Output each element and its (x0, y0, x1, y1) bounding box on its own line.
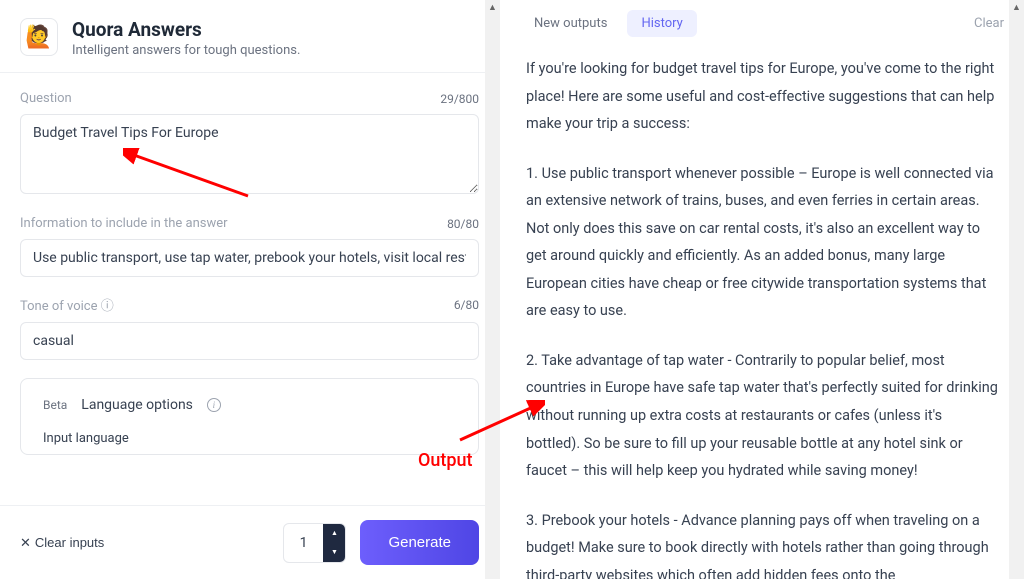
app-title: Quora Answers (72, 18, 300, 41)
output-paragraph: If you're looking for budget travel tips… (526, 55, 998, 138)
tab-history[interactable]: History (627, 10, 696, 37)
quantity-stepper[interactable]: 1 ▲ ▼ (283, 523, 347, 563)
close-icon: ✕ (20, 535, 31, 551)
scroll-up-icon: ▲ (485, 0, 500, 15)
tone-counter: 6/80 (454, 298, 479, 312)
output-paragraph: 3. Prebook your hotels - Advance plannin… (526, 507, 998, 579)
tone-input[interactable] (20, 322, 479, 360)
footer-bar: ✕ Clear inputs 1 ▲ ▼ Generate (0, 505, 499, 579)
tone-label: Tone of voice ⓘ (20, 295, 114, 314)
info-label: Information to include in the answer (20, 216, 228, 231)
output-paragraph: 2. Take advantage of tap water - Contrar… (526, 347, 998, 485)
output-content: If you're looking for budget travel tips… (500, 47, 1024, 579)
question-counter: 29/800 (440, 92, 479, 106)
quantity-down-button[interactable]: ▼ (323, 543, 345, 562)
input-language-label: Input language (43, 431, 456, 446)
clear-inputs-label: Clear inputs (35, 535, 104, 550)
app-icon: 🙋 (20, 18, 58, 56)
quantity-up-button[interactable]: ▲ (323, 524, 345, 543)
language-options-title: Language options (81, 397, 193, 413)
right-scrollbar[interactable]: ▲ (1009, 0, 1024, 579)
quantity-value: 1 (284, 525, 324, 561)
info-icon[interactable]: i (207, 398, 221, 412)
info-input[interactable] (20, 239, 479, 277)
app-subtitle: Intelligent answers for tough questions. (72, 43, 300, 58)
left-scrollbar[interactable]: ▲ (485, 0, 500, 579)
scroll-up-icon: ▲ (1009, 0, 1024, 15)
question-input[interactable]: Budget Travel Tips For Europe (20, 114, 479, 194)
clear-outputs-button[interactable]: Clear (974, 16, 1004, 31)
info-counter: 80/80 (447, 217, 479, 231)
question-label: Question (20, 91, 72, 106)
app-header: 🙋 Quora Answers Intelligent answers for … (0, 0, 499, 73)
language-options-box: Beta Language options i Input language (20, 378, 479, 455)
beta-badge: Beta (43, 398, 67, 412)
clear-inputs-button[interactable]: ✕ Clear inputs (20, 535, 104, 551)
form-area: Question 29/800 Budget Travel Tips For E… (0, 73, 499, 505)
generate-button[interactable]: Generate (360, 520, 479, 565)
output-paragraph: 1. Use public transport whenever possibl… (526, 160, 998, 325)
tab-new-outputs[interactable]: New outputs (520, 10, 621, 37)
output-tabs: New outputs History Clear (500, 0, 1024, 47)
